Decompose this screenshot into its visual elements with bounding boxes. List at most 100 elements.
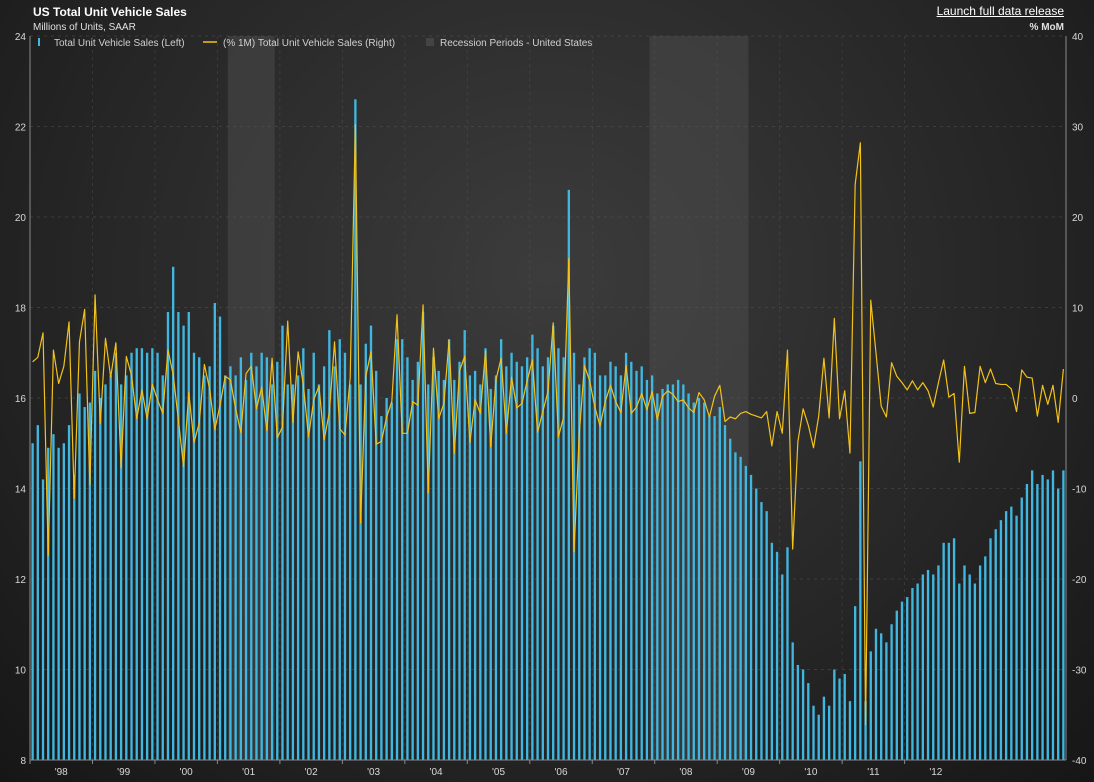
bar bbox=[723, 425, 727, 760]
x-tick-label: '04 bbox=[430, 767, 443, 778]
bar bbox=[744, 465, 748, 760]
chart-svg: 8 10 12 14 16 18 20 22 24 -40 -30 -20 -10 0 10 20 30 40 '9… bbox=[15, 32, 1087, 778]
bar bbox=[510, 352, 513, 760]
bar bbox=[572, 352, 576, 760]
right-tick-label: 30 bbox=[1072, 123, 1084, 134]
bar bbox=[1062, 470, 1065, 760]
bar bbox=[926, 569, 930, 760]
right-tick-label: 10 bbox=[1072, 304, 1084, 315]
bar bbox=[333, 366, 336, 760]
bar bbox=[203, 375, 206, 760]
bar bbox=[697, 398, 701, 760]
bar bbox=[1004, 511, 1008, 760]
bar bbox=[447, 339, 451, 760]
x-tick-label: '98 bbox=[55, 767, 68, 778]
bar bbox=[874, 628, 878, 760]
legend-label-recession: Recession Periods - United States bbox=[440, 38, 592, 49]
bar bbox=[781, 574, 784, 760]
bar bbox=[770, 542, 774, 760]
bar bbox=[588, 348, 591, 760]
bar bbox=[73, 474, 76, 760]
bar bbox=[1041, 474, 1044, 760]
bar bbox=[843, 674, 846, 760]
bar bbox=[911, 588, 914, 760]
bar bbox=[609, 361, 612, 760]
bar bbox=[593, 352, 597, 760]
bar bbox=[36, 425, 39, 760]
bar bbox=[932, 574, 935, 760]
bar bbox=[749, 474, 753, 760]
bar bbox=[635, 370, 638, 760]
bar bbox=[380, 416, 383, 760]
bar bbox=[640, 366, 643, 760]
bar bbox=[869, 651, 872, 760]
bar bbox=[906, 597, 909, 760]
bar bbox=[552, 325, 555, 760]
bar bbox=[947, 542, 951, 760]
bar bbox=[801, 669, 805, 760]
left-tick-label: 20 bbox=[15, 213, 27, 224]
bar bbox=[1036, 483, 1039, 760]
bar bbox=[224, 375, 227, 760]
legend-label-line: (% 1M) Total Unit Vehicle Sales (Right) bbox=[223, 38, 395, 49]
x-tick-label: '07 bbox=[617, 767, 630, 778]
bar bbox=[499, 339, 503, 760]
bar bbox=[270, 384, 274, 760]
bar bbox=[713, 416, 716, 760]
bar bbox=[484, 348, 487, 760]
left-tick-label: 14 bbox=[15, 485, 27, 496]
bar bbox=[1030, 470, 1034, 760]
left-tick-label: 24 bbox=[15, 32, 27, 43]
x-tick-label: '00 bbox=[180, 767, 193, 778]
bar bbox=[343, 352, 347, 760]
bar bbox=[952, 538, 956, 760]
bar bbox=[140, 348, 144, 760]
bar bbox=[775, 551, 779, 760]
bar bbox=[921, 574, 925, 760]
bar bbox=[41, 479, 45, 760]
bar bbox=[348, 384, 352, 760]
shade-icon bbox=[426, 38, 434, 46]
right-tick-label: -40 bbox=[1072, 756, 1087, 767]
bar bbox=[692, 402, 695, 760]
bar bbox=[755, 488, 758, 760]
x-tick-label: '01 bbox=[242, 767, 255, 778]
bar bbox=[250, 352, 253, 760]
bar bbox=[812, 705, 815, 760]
bar bbox=[494, 375, 498, 760]
bar bbox=[838, 678, 841, 760]
left-tick-label: 22 bbox=[15, 123, 27, 134]
bar bbox=[807, 683, 810, 760]
right-tick-label: 40 bbox=[1072, 32, 1084, 43]
bar bbox=[526, 357, 529, 760]
bar bbox=[1046, 479, 1049, 760]
bar bbox=[260, 352, 263, 760]
bar bbox=[125, 375, 128, 760]
x-tick-label: '08 bbox=[679, 767, 692, 778]
bar bbox=[656, 393, 659, 760]
bar bbox=[661, 388, 664, 760]
bar bbox=[307, 388, 310, 760]
bar bbox=[421, 312, 425, 760]
right-tick-label: 20 bbox=[1072, 213, 1084, 224]
bar bbox=[583, 357, 586, 760]
right-tick-label: -10 bbox=[1072, 485, 1087, 496]
bar bbox=[937, 565, 940, 760]
bar bbox=[281, 325, 284, 760]
bar bbox=[244, 379, 248, 760]
bar bbox=[52, 434, 55, 760]
bar bbox=[109, 375, 112, 760]
bar bbox=[427, 384, 430, 760]
bar-icon bbox=[38, 38, 40, 46]
bar bbox=[963, 565, 966, 760]
bar bbox=[895, 610, 898, 760]
bar bbox=[229, 366, 232, 760]
bar bbox=[598, 375, 602, 760]
bar bbox=[734, 452, 737, 760]
legend: Total Unit Vehicle Sales (Left) (% 1M) To… bbox=[38, 38, 592, 49]
bar bbox=[796, 664, 800, 760]
bar bbox=[942, 542, 945, 760]
bar bbox=[958, 583, 961, 760]
right-tick-label: -20 bbox=[1072, 575, 1087, 586]
bar bbox=[900, 601, 904, 760]
